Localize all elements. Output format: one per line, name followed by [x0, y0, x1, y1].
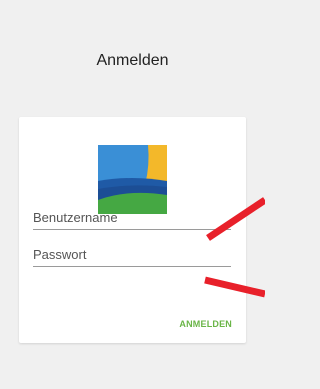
password-input[interactable]: [33, 242, 231, 267]
landscape-logo-icon: [98, 145, 167, 214]
login-page: Anmelden ANMELDEN: [0, 0, 265, 389]
login-button[interactable]: ANMELDEN: [179, 319, 232, 329]
password-field: [33, 242, 231, 268]
username-field: [33, 205, 231, 231]
login-card: ANMELDEN: [19, 117, 246, 343]
page-title: Anmelden: [96, 52, 169, 69]
username-input[interactable]: [33, 205, 231, 230]
